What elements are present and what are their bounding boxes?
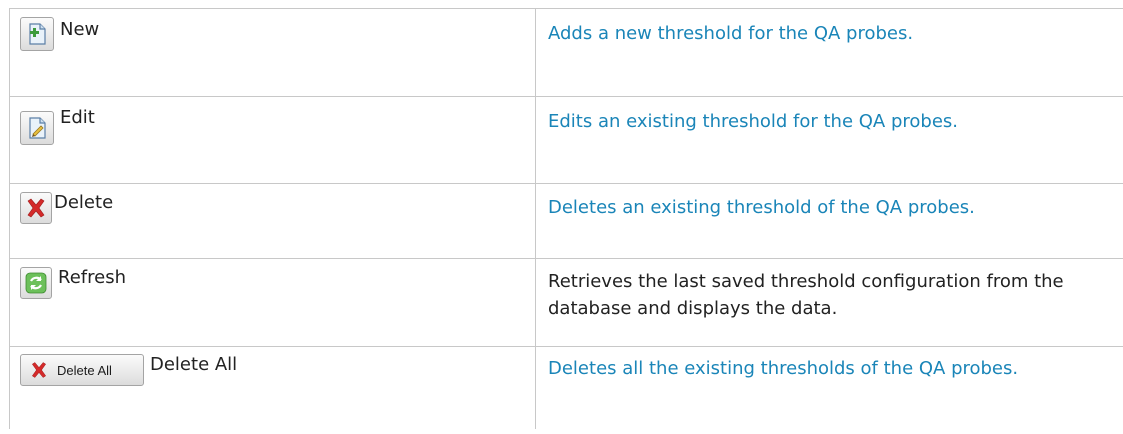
delete-button[interactable] [20,192,52,224]
delete-all-button-text: Delete All [57,362,112,378]
new-label: New [60,19,100,40]
table-row-new: New Adds a new threshold for the QA prob… [9,8,1123,97]
new-description[interactable]: Adds a new threshold for the QA probes. [536,9,1123,96]
delete-description[interactable]: Deletes an existing threshold of the QA … [536,184,1123,258]
toolbar-actions-table: New Adds a new threshold for the QA prob… [9,8,1123,429]
table-row-delete: Delete Deletes an existing threshold of … [9,183,1123,259]
cell-command: Delete [9,184,536,258]
cell-command: Refresh [9,259,536,346]
edit-description[interactable]: Edits an existing threshold for the QA p… [536,97,1123,183]
delete-label: Delete [54,192,114,213]
table-row-delete-all: Delete All Delete All Deletes all the ex… [9,346,1123,429]
refresh-description: Retrieves the last saved threshold confi… [548,271,1064,319]
delete-all-description[interactable]: Deletes all the existing thresholds of t… [536,347,1123,429]
edit-document-icon [29,117,46,139]
edit-button[interactable] [20,111,54,145]
cell-command: New [9,9,536,96]
delete-all-button[interactable]: Delete All [20,354,144,386]
table-row-edit: Edit Edits an existing threshold for the… [9,96,1123,184]
refresh-icon [25,272,47,294]
delete-all-icon [31,362,47,378]
delete-all-label: Delete All [150,354,238,375]
new-button[interactable] [20,17,54,51]
edit-label: Edit [60,107,95,128]
cell-command: Delete All Delete All [9,347,536,429]
refresh-button[interactable] [20,267,52,299]
table-row-refresh: Refresh Retrieves the last saved thresho… [9,258,1123,347]
cell-command: Edit [9,97,536,183]
new-document-icon [29,23,46,45]
delete-icon [27,198,45,218]
refresh-label: Refresh [58,267,126,288]
